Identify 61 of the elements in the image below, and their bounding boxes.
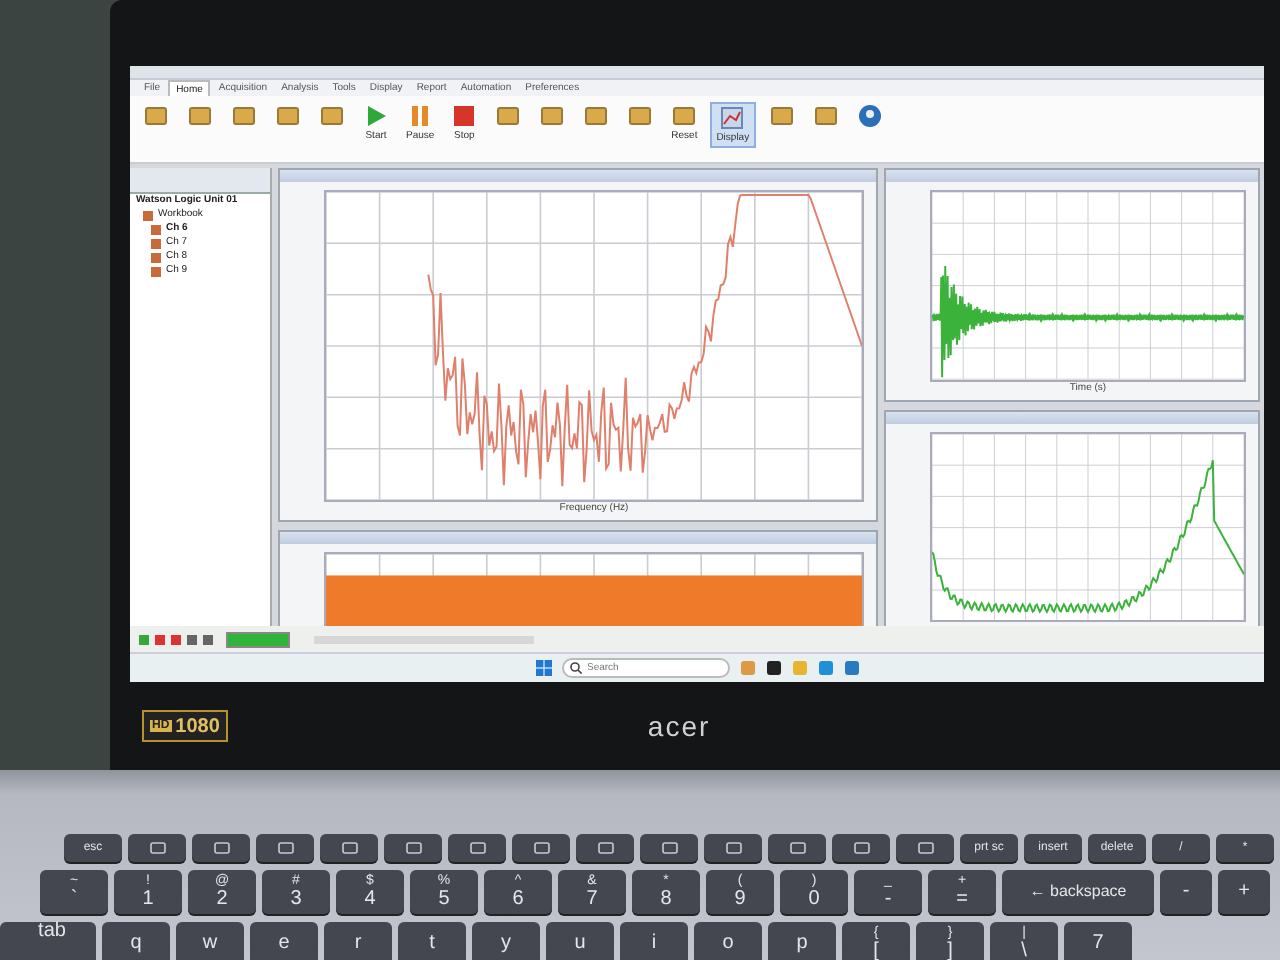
windows-icon bbox=[535, 660, 551, 676]
key-symbol-icon bbox=[277, 842, 293, 854]
keyboard-key[interactable]: r bbox=[324, 922, 392, 960]
key-symbol-icon bbox=[213, 842, 229, 854]
keyboard-key[interactable]: e bbox=[250, 922, 318, 960]
key-symbol-icon bbox=[725, 842, 741, 854]
tool-icon bbox=[672, 104, 697, 128]
keyboard-key[interactable] bbox=[512, 834, 570, 862]
keyboard-key[interactable] bbox=[384, 834, 442, 862]
keyboard-key[interactable] bbox=[320, 834, 378, 862]
keyboard-key[interactable]: ← backspace bbox=[1002, 870, 1154, 914]
key-symbol-icon bbox=[341, 842, 357, 854]
pause-icon bbox=[408, 104, 433, 128]
keyboard-key[interactable] bbox=[832, 834, 890, 862]
keyboard-key[interactable]: t bbox=[398, 922, 466, 960]
chart-icon bbox=[720, 106, 745, 130]
panel-header bbox=[130, 168, 270, 194]
keyboard-key[interactable] bbox=[576, 834, 634, 862]
keyboard-key[interactable] bbox=[192, 834, 250, 862]
keyboard-key[interactable]: w bbox=[176, 922, 244, 960]
keyboard-key[interactable]: u bbox=[546, 922, 614, 960]
tool-icon bbox=[813, 104, 838, 128]
keyboard-key[interactable]: tab bbox=[0, 922, 96, 960]
keyboard-key[interactable]: i bbox=[620, 922, 688, 960]
stop-icon bbox=[452, 104, 477, 128]
keyboard-key[interactable]: o bbox=[694, 922, 762, 960]
keyboard-key[interactable] bbox=[768, 834, 826, 862]
keyboard-key[interactable]: - bbox=[1160, 870, 1212, 914]
tool-icon bbox=[628, 104, 653, 128]
tool-icon bbox=[540, 104, 565, 128]
keyboard-key[interactable]: + bbox=[1218, 870, 1270, 914]
key-symbol-icon bbox=[661, 842, 677, 854]
tool-icon bbox=[496, 104, 521, 128]
keyboard-key[interactable] bbox=[704, 834, 762, 862]
tool-icon bbox=[232, 104, 256, 128]
key-symbol-icon bbox=[597, 842, 613, 854]
keyboard-key[interactable]: 7 bbox=[1064, 922, 1132, 960]
keyboard-key[interactable] bbox=[640, 834, 698, 862]
keyboard-key[interactable]: q bbox=[102, 922, 170, 960]
keyboard-key[interactable] bbox=[128, 834, 186, 862]
key-symbol-icon bbox=[469, 842, 485, 854]
progress-bar bbox=[226, 631, 290, 647]
tool-icon bbox=[769, 104, 794, 128]
brand-logo: acer bbox=[647, 710, 711, 742]
keyboard-key[interactable]: y bbox=[472, 922, 540, 960]
tool-icon bbox=[584, 104, 609, 128]
keyboard-key[interactable] bbox=[448, 834, 506, 862]
keyboard-key[interactable] bbox=[896, 834, 954, 862]
key-symbol-icon bbox=[149, 842, 165, 854]
tool-icon bbox=[188, 104, 212, 128]
tool-icon bbox=[276, 104, 300, 128]
keyboard-key[interactable] bbox=[256, 834, 314, 862]
key-symbol-icon bbox=[917, 842, 933, 854]
key-symbol-icon bbox=[853, 842, 869, 854]
key-symbol-icon bbox=[533, 842, 549, 854]
play-icon bbox=[364, 104, 388, 128]
tool-icon bbox=[144, 104, 168, 128]
tool-icon bbox=[320, 104, 344, 128]
key-symbol-icon bbox=[789, 842, 805, 854]
keyboard-key[interactable]: p bbox=[768, 922, 836, 960]
key-symbol-icon bbox=[405, 842, 421, 854]
